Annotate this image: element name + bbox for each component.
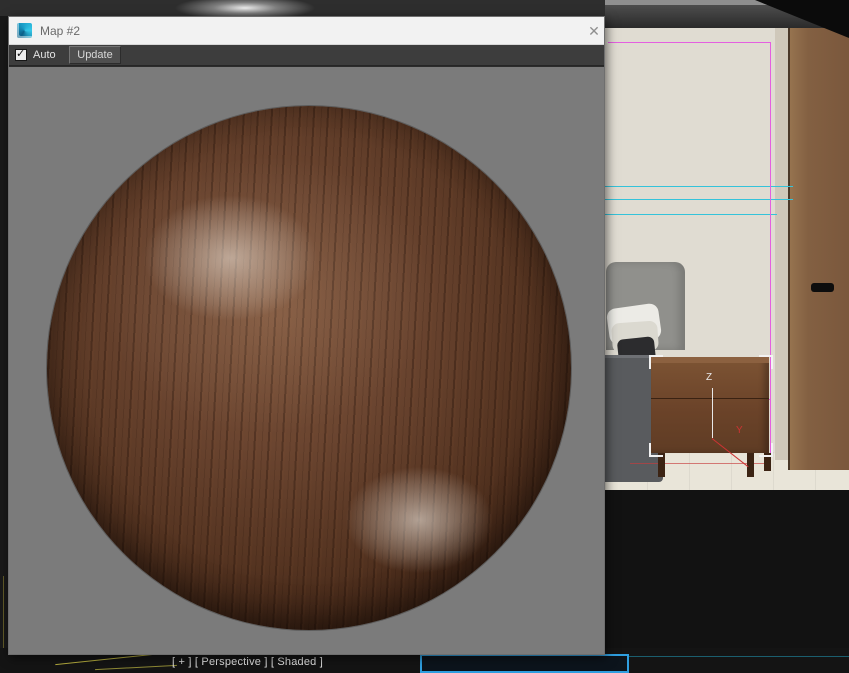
window-edge-line (628, 656, 849, 657)
scene-door[interactable] (788, 28, 849, 470)
screen: Z Y [ + ] [ Perspective ] [ Shaded ] Map… (0, 0, 849, 673)
top-toolbar-strip (0, 0, 605, 16)
gizmo-z-axis[interactable] (712, 388, 713, 438)
left-edge-strip (0, 16, 8, 673)
auto-checkbox-label: Auto (33, 49, 56, 61)
selection-bracket (759, 443, 773, 457)
close-icon[interactable]: ✕ (585, 22, 603, 40)
viewport-label[interactable]: [ + ] [ Perspective ] [ Shaded ] (172, 656, 323, 668)
selection-bracket (759, 355, 773, 369)
update-button[interactable]: Update (69, 46, 121, 64)
selection-bracket (649, 355, 663, 369)
selection-line-magenta (770, 42, 771, 468)
3d-viewport[interactable]: Z Y (605, 0, 849, 673)
viewport-bottom-dark-area (605, 490, 849, 673)
scene-door-handle (811, 283, 834, 292)
selection-bracket (649, 443, 663, 457)
selection-line-cyan (605, 186, 793, 187)
selection-line-cyan (605, 199, 793, 200)
map-preview-window: Map #2 ✕ ✓ Auto Update (8, 16, 605, 655)
scene-door-frame (775, 28, 789, 460)
3ds-max-icon (17, 23, 32, 38)
window-title: Map #2 (40, 24, 80, 38)
selection-line-cyan (605, 214, 777, 215)
gizmo-y-label: Y (736, 425, 743, 436)
auto-checkbox[interactable]: ✓ (15, 49, 27, 61)
selection-line-magenta (608, 42, 771, 43)
nightstand-leg (747, 453, 754, 477)
viewport-grid-line (95, 665, 177, 670)
nightstand-drawer-line (651, 398, 769, 399)
window-titlebar[interactable]: Map #2 ✕ (9, 17, 604, 45)
dialog-toolbar: ✓ Auto Update (9, 45, 604, 66)
material-preview-area (9, 66, 604, 654)
wood-material-sphere-preview (47, 106, 571, 630)
checkmark-icon: ✓ (16, 48, 25, 60)
gizmo-z-label: Z (706, 372, 712, 383)
focused-panel-outline[interactable] (420, 654, 629, 673)
